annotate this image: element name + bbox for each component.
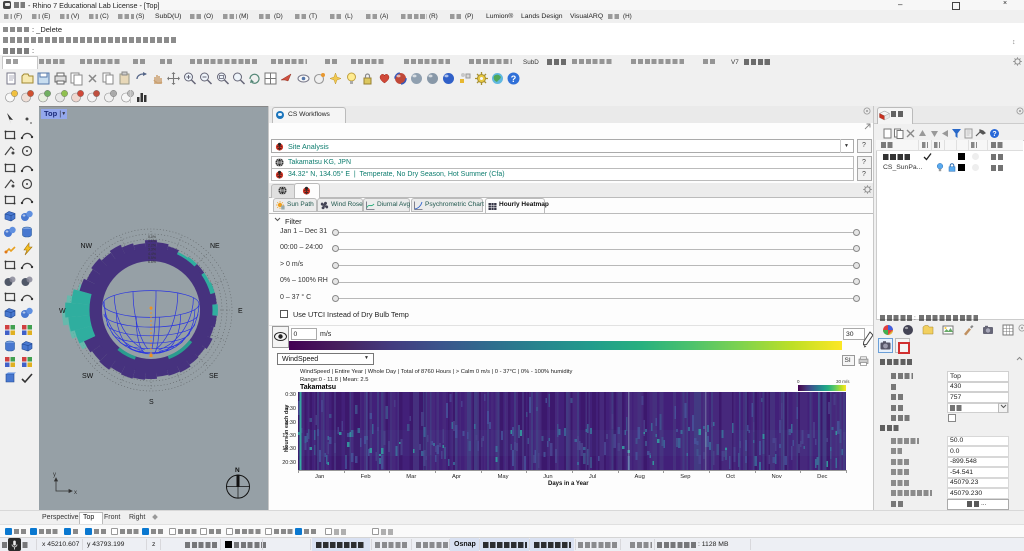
svg-text:?: ? (511, 74, 517, 84)
svg-text:E: E (238, 308, 243, 315)
svg-text:x: x (74, 490, 77, 496)
svg-text:NW: NW (81, 243, 93, 250)
svg-text:NE: NE (210, 243, 220, 250)
svg-text:SE: SE (209, 373, 219, 380)
svg-text:SW: SW (82, 373, 94, 380)
svg-text:N: N (235, 467, 240, 474)
svg-text:6.6%: 6.6% (148, 260, 156, 264)
svg-text:W: W (59, 308, 66, 315)
svg-text:S: S (149, 399, 154, 406)
svg-text:?: ? (992, 131, 996, 138)
svg-text:y: y (53, 472, 56, 478)
